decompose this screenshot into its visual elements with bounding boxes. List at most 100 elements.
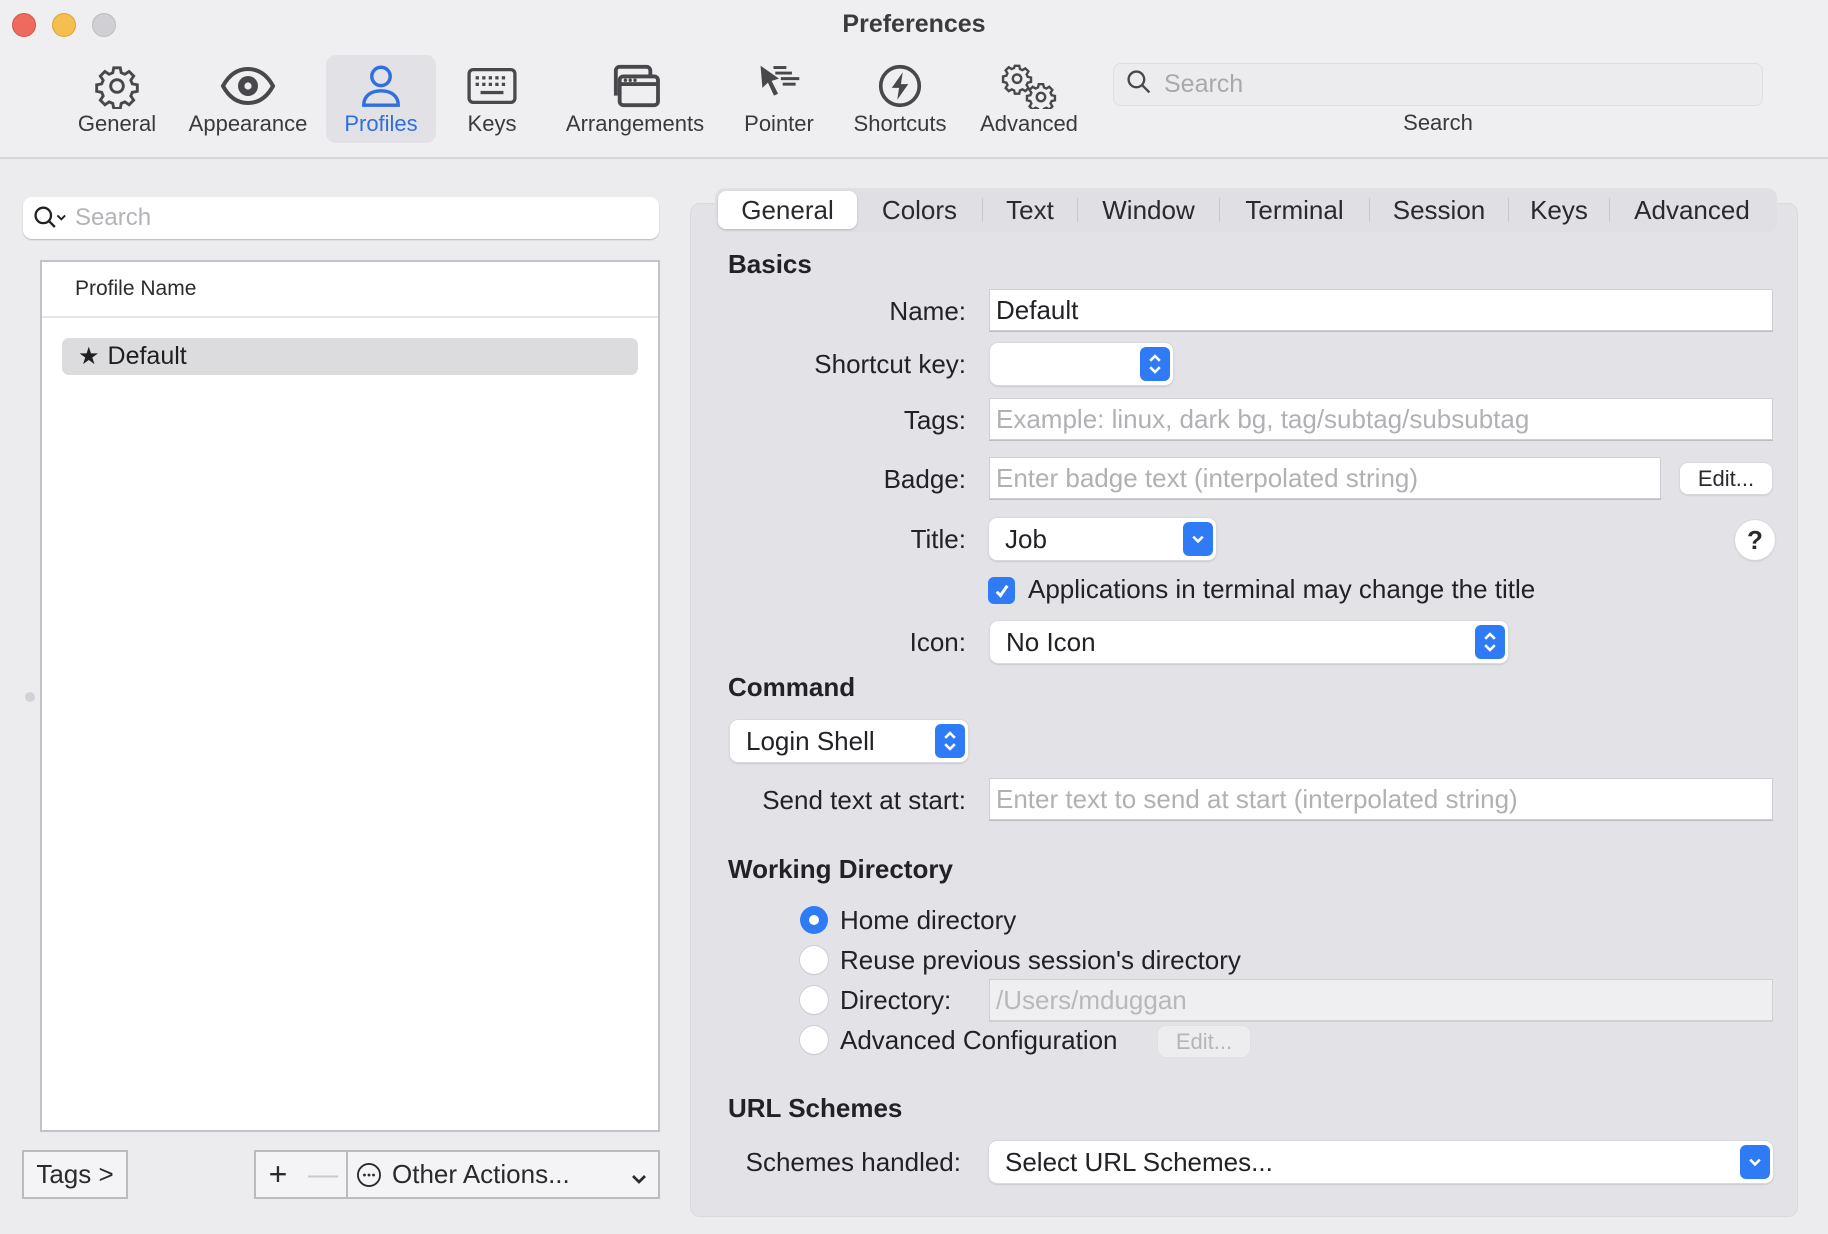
other-actions-label: Other Actions... xyxy=(392,1159,570,1189)
tab-advanced[interactable]: Advanced xyxy=(1610,191,1774,229)
profile-list: Profile Name ★ Default xyxy=(40,260,660,1132)
tags-input[interactable] xyxy=(990,399,1772,439)
toolbar-item-label: Keys xyxy=(467,111,517,136)
basics-section-title: Basics xyxy=(728,249,812,279)
badge-edit-button[interactable]: Edit... xyxy=(1680,463,1772,494)
toolbar-item-shortcuts[interactable]: Shortcuts xyxy=(846,55,954,143)
apps-change-title-label[interactable]: Applications in terminal may change the … xyxy=(1028,574,1535,605)
working-directory-section-title: Working Directory xyxy=(728,854,953,884)
toolbar-item-appearance[interactable]: Appearance xyxy=(180,55,316,143)
tab-colors[interactable]: Colors xyxy=(857,191,982,229)
checkmark-icon xyxy=(995,584,1008,598)
url-schemes-popup[interactable]: Select URL Schemes... xyxy=(989,1141,1773,1183)
keyboard-icon xyxy=(467,61,517,111)
remove-profile-button[interactable]: — xyxy=(300,1150,348,1199)
toolbar-item-general[interactable]: General xyxy=(68,55,166,143)
directory-field xyxy=(989,979,1773,1021)
home-directory-label[interactable]: Home directory xyxy=(840,905,1016,936)
badge-field[interactable] xyxy=(989,457,1661,499)
command-value: Login Shell xyxy=(746,725,875,756)
toolbar-search-input[interactable] xyxy=(1164,70,1744,99)
send-text-label: Send text at start: xyxy=(762,785,966,815)
command-section-title: Command xyxy=(728,672,856,702)
name-field[interactable] xyxy=(989,289,1773,331)
pointer-icon xyxy=(754,61,804,111)
icon-popup[interactable]: No Icon xyxy=(990,621,1508,663)
shortcut-key-label: Shortcut key: xyxy=(814,349,966,379)
profile-name-column-header[interactable]: Profile Name xyxy=(42,262,658,318)
tags-label: Tags: xyxy=(903,405,966,435)
custom-directory-radio[interactable] xyxy=(800,986,828,1014)
toolbar-item-label: Shortcuts xyxy=(853,111,947,136)
directory-input xyxy=(990,980,1772,1020)
chevron-down-icon xyxy=(1740,1145,1770,1179)
up-down-chevron-icon xyxy=(935,724,965,758)
tab-label: Advanced xyxy=(1634,194,1750,225)
split-view-divider-handle[interactable] xyxy=(25,692,35,702)
tab-label: Text xyxy=(1006,194,1054,225)
toolbar-item-advanced[interactable]: Advanced xyxy=(974,55,1084,143)
bolt-icon xyxy=(878,61,922,111)
title-label: Title: xyxy=(910,524,966,554)
plus-icon: + xyxy=(268,1156,288,1192)
tab-label: General xyxy=(741,194,834,225)
apps-change-title-checkbox[interactable] xyxy=(988,577,1015,604)
reuse-directory-label[interactable]: Reuse previous session's directory xyxy=(840,945,1241,976)
person-icon xyxy=(359,61,403,111)
eye-icon xyxy=(220,61,276,111)
search-menu-icon[interactable] xyxy=(33,205,69,231)
home-directory-radio[interactable] xyxy=(800,906,828,934)
gears-icon xyxy=(1001,61,1057,111)
toolbar-item-keys[interactable]: Keys xyxy=(450,55,534,143)
toolbar: Preferences General Appearance Profiles … xyxy=(0,0,1828,159)
toolbar-item-label: General xyxy=(77,111,157,136)
tags-button[interactable]: Tags > xyxy=(22,1150,128,1199)
name-label: Name: xyxy=(889,296,966,326)
icon-label: Icon: xyxy=(909,627,966,657)
up-down-chevron-icon xyxy=(1475,625,1505,659)
tab-label: Window xyxy=(1102,194,1195,225)
schemes-handled-label: Schemes handled: xyxy=(745,1147,961,1177)
advanced-configuration-label[interactable]: Advanced Configuration xyxy=(840,1025,1118,1056)
send-text-input[interactable] xyxy=(990,779,1772,819)
icon-value: No Icon xyxy=(1006,626,1096,657)
tab-window[interactable]: Window xyxy=(1078,191,1219,229)
profile-search-field[interactable] xyxy=(23,197,659,239)
windows-icon xyxy=(608,61,662,111)
gear-icon xyxy=(94,61,140,111)
tab-label: Session xyxy=(1392,194,1486,225)
tags-field[interactable] xyxy=(989,398,1773,440)
minus-icon: — xyxy=(308,1157,338,1191)
command-popup[interactable]: Login Shell xyxy=(730,720,968,762)
tab-keys[interactable]: Keys xyxy=(1509,191,1609,229)
column-header-label: Profile Name xyxy=(75,277,197,300)
toolbar-item-label: Advanced xyxy=(980,111,1078,136)
url-schemes-value: Select URL Schemes... xyxy=(1005,1146,1273,1177)
toolbar-item-profiles[interactable]: Profiles xyxy=(326,55,436,143)
profile-search-input[interactable] xyxy=(75,204,635,232)
tab-terminal[interactable]: Terminal xyxy=(1220,191,1369,229)
help-button[interactable]: ? xyxy=(1735,520,1775,560)
shortcut-key-popup[interactable] xyxy=(990,343,1173,385)
custom-directory-label[interactable]: Directory: xyxy=(840,985,951,1016)
send-text-field[interactable] xyxy=(989,778,1773,820)
tab-session[interactable]: Session xyxy=(1370,191,1508,229)
title-popup[interactable]: Job xyxy=(989,518,1216,560)
toolbar-item-label: Pointer xyxy=(744,111,814,136)
reuse-directory-radio[interactable] xyxy=(800,946,828,974)
toolbar-item-arrangements[interactable]: Arrangements xyxy=(556,55,714,143)
toolbar-item-pointer[interactable]: Pointer xyxy=(732,55,826,143)
badge-input[interactable] xyxy=(990,458,1660,498)
advanced-configuration-radio[interactable] xyxy=(800,1026,828,1054)
other-actions-button[interactable]: Other Actions... xyxy=(346,1150,660,1199)
toolbar-search-field[interactable] xyxy=(1113,63,1763,106)
tab-general[interactable]: General xyxy=(718,191,857,229)
add-profile-button[interactable]: + xyxy=(254,1150,302,1199)
ellipsis-circle-icon xyxy=(356,1162,382,1188)
badge-label: Badge: xyxy=(883,464,966,494)
tab-text[interactable]: Text xyxy=(983,191,1077,229)
name-input[interactable] xyxy=(990,290,1772,330)
tab-label: Colors xyxy=(881,194,958,225)
profile-row[interactable]: ★ Default xyxy=(62,338,638,375)
profile-name: Default xyxy=(107,342,187,370)
